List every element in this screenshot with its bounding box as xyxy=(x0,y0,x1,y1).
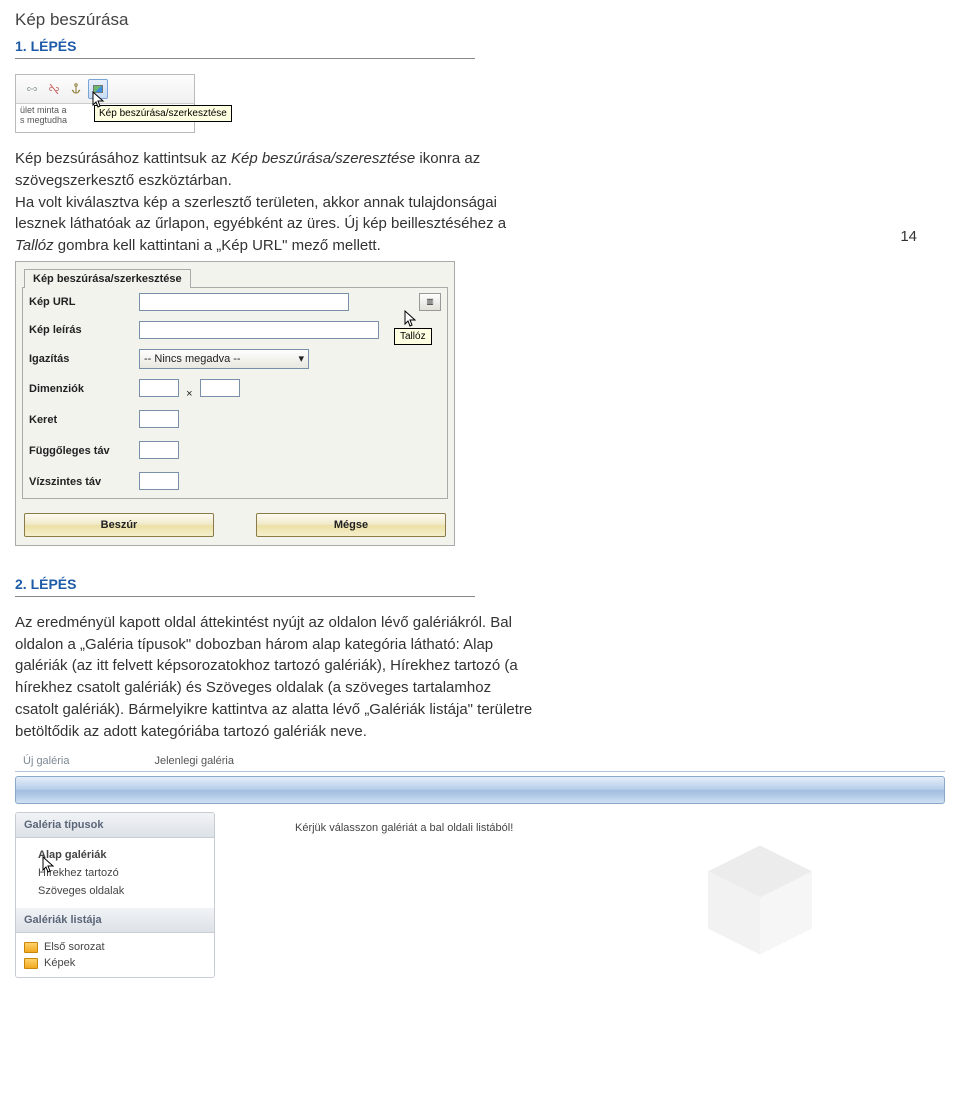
step1-title: 1. LÉPÉS xyxy=(15,38,945,54)
gallery-item-label: Első sorozat xyxy=(44,941,105,953)
sidebar-header-list: Galériák listája xyxy=(16,908,214,933)
step2-paragraph: Az eredményül kapott oldal áttekintést n… xyxy=(15,612,535,743)
body-l1: ület minta a xyxy=(20,105,67,115)
label-align: Igazítás xyxy=(23,344,133,374)
input-hspace[interactable] xyxy=(139,472,179,490)
step1-paragraph-2: Ha volt kiválasztva kép a szerlesztő ter… xyxy=(15,192,535,257)
link-icon xyxy=(22,79,42,99)
image-dialog-screenshot: Kép beszúrása/szerkesztése Kép URL ▥ Kép… xyxy=(15,261,455,546)
gallery-screenshot: Új galéria Jelenlegi galéria Galéria típ… xyxy=(15,752,945,978)
input-border[interactable] xyxy=(139,410,179,428)
cursor-icon xyxy=(404,310,418,328)
page-number: 14 xyxy=(900,228,917,245)
folder-icon xyxy=(24,958,38,969)
dim-x: × xyxy=(182,388,196,400)
tooltip-insert-image: Kép beszúrása/szerkesztése xyxy=(94,105,232,122)
label-dim: Dimenziók xyxy=(23,374,133,405)
t1em2: Tallóz xyxy=(15,237,54,254)
sidebar-item-news[interactable]: Hírekhez tartozó xyxy=(38,864,206,882)
align-value: -- Nincs megadva -- xyxy=(144,353,241,365)
t1a: Kép bezsúrásához kattintsuk az xyxy=(15,150,231,167)
label-hspace: Vízszintes táv xyxy=(23,467,133,498)
cancel-button[interactable]: Mégse xyxy=(256,513,446,537)
gallery-message: Kérjük válasszon galériát a bal oldali l… xyxy=(215,812,513,978)
label-desc: Kép leírás xyxy=(23,316,133,344)
input-desc[interactable] xyxy=(139,321,379,339)
gallery-item-images[interactable]: Képek xyxy=(24,955,206,971)
t1d: gombra kell kattintani a „Kép URL" mező … xyxy=(54,237,381,254)
tooltip-browse: Tallóz xyxy=(394,328,432,345)
dialog-panel: Kép URL ▥ Kép leírás Igazítás -- Nincs m… xyxy=(22,287,448,499)
insert-button[interactable]: Beszúr xyxy=(24,513,214,537)
label-vspace: Függőleges táv xyxy=(23,436,133,467)
gallery-item-first[interactable]: Első sorozat xyxy=(24,939,206,955)
anchor-icon xyxy=(66,79,86,99)
input-width[interactable] xyxy=(139,379,179,397)
gallery-toolbar xyxy=(15,776,945,804)
gallery-tabs: Új galéria Jelenlegi galéria xyxy=(15,752,945,772)
sidebar-item-text-pages[interactable]: Szöveges oldalak xyxy=(38,882,206,900)
sidebar-header-types: Galéria típusok xyxy=(16,813,214,838)
t1em1: Kép beszúrása/szeresztése xyxy=(231,150,415,167)
watermark-icon xyxy=(695,835,825,968)
input-url[interactable] xyxy=(139,293,349,311)
toolbar-screenshot: ület minta a s megtudha Kép beszúrása/sz… xyxy=(15,74,195,133)
label-border: Keret xyxy=(23,405,133,436)
dialog-tab[interactable]: Kép beszúrása/szerkesztése xyxy=(24,269,191,288)
step1-paragraph-1: Kép bezsúrásához kattintsuk az Kép beszú… xyxy=(15,148,535,192)
input-height[interactable] xyxy=(200,379,240,397)
cursor-icon xyxy=(92,91,106,109)
tab-new-gallery[interactable]: Új galéria xyxy=(23,755,69,769)
browse-button[interactable]: ▥ xyxy=(419,293,441,311)
label-url: Kép URL xyxy=(23,288,133,316)
cursor-icon xyxy=(42,856,56,874)
t1c: Ha volt kiválasztva kép a szerlesztő ter… xyxy=(15,194,506,233)
step2-rule xyxy=(15,596,475,597)
select-align[interactable]: -- Nincs megadva -- ▾ xyxy=(139,349,309,369)
unlink-icon xyxy=(44,79,64,99)
gallery-sidebar: Galéria típusok Alap galériák Hírekhez t… xyxy=(15,812,215,978)
sidebar-item-base-galleries[interactable]: Alap galériák xyxy=(38,846,206,864)
step1-rule xyxy=(15,58,475,59)
chevron-down-icon: ▾ xyxy=(298,352,304,365)
body-l2: s megtudha xyxy=(20,115,67,125)
step2-title: 2. LÉPÉS xyxy=(15,576,945,592)
page-title: Kép beszúrása xyxy=(15,10,945,30)
tab-current-gallery[interactable]: Jelenlegi galéria xyxy=(154,755,234,769)
folder-icon xyxy=(24,942,38,953)
gallery-item-label: Képek xyxy=(44,957,75,969)
input-vspace[interactable] xyxy=(139,441,179,459)
